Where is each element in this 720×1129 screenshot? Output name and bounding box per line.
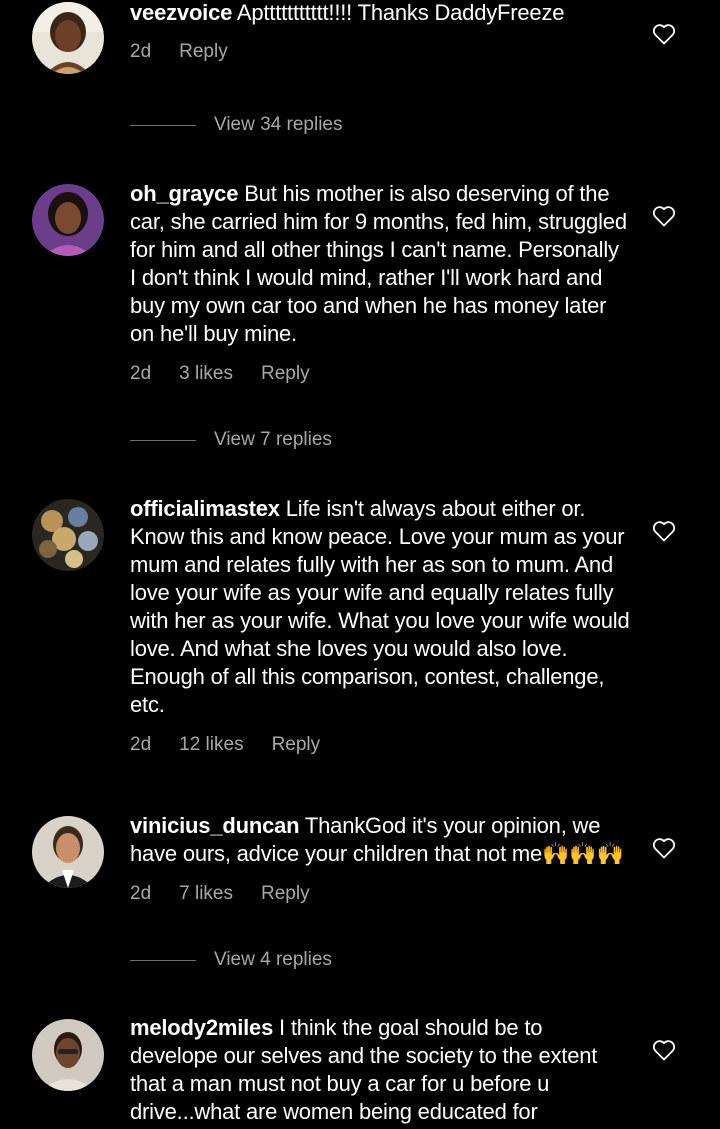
reply-button[interactable]: Reply xyxy=(261,363,310,385)
comment-meta: 2d Reply xyxy=(130,41,256,63)
comment-username[interactable]: veezvoice xyxy=(130,0,232,25)
comment-text: Apttttttttttt!!!! Thanks DaddyFreeze xyxy=(236,0,565,25)
comment-body: melody2miles I think the goal should be … xyxy=(130,1014,630,1126)
divider-line xyxy=(130,959,196,961)
view-replies-label: View 4 replies xyxy=(214,949,332,970)
divider-line xyxy=(130,124,196,126)
view-replies-button[interactable]: View 34 replies xyxy=(130,113,343,137)
like-heart-icon[interactable] xyxy=(652,520,676,544)
comment-body: officialimastex Life isn't always about … xyxy=(130,495,630,719)
like-heart-icon[interactable] xyxy=(652,23,676,47)
comment-username[interactable]: officialimastex xyxy=(130,496,280,521)
like-heart-icon[interactable] xyxy=(652,1039,676,1063)
avatar[interactable] xyxy=(32,499,104,571)
comment-likes[interactable]: 7 likes xyxy=(179,883,233,905)
like-heart-icon[interactable] xyxy=(652,837,676,861)
avatar[interactable] xyxy=(32,816,104,888)
comment-username[interactable]: melody2miles xyxy=(130,1015,273,1040)
reply-button[interactable]: Reply xyxy=(261,883,310,905)
divider-line xyxy=(130,439,196,441)
comment-time: 2d xyxy=(130,363,152,384)
reply-button[interactable]: Reply xyxy=(179,41,228,63)
avatar[interactable] xyxy=(32,2,104,74)
avatar[interactable] xyxy=(32,1019,104,1091)
comment-username[interactable]: oh_grayce xyxy=(130,181,238,206)
view-replies-label: View 7 replies xyxy=(214,429,332,450)
view-replies-label: View 34 replies xyxy=(214,114,343,135)
avatar[interactable] xyxy=(32,184,104,256)
comment-body: veezvoice Apttttttttttt!!!! Thanks Daddy… xyxy=(130,0,630,27)
reply-button[interactable]: Reply xyxy=(272,734,321,756)
comment-likes[interactable]: 3 likes xyxy=(179,363,233,385)
like-heart-icon[interactable] xyxy=(652,205,676,229)
comment-likes[interactable]: 12 likes xyxy=(179,734,243,756)
comment-time: 2d xyxy=(130,734,152,755)
view-replies-button[interactable]: View 7 replies xyxy=(130,428,332,452)
comment-meta: 2d 3 likes Reply xyxy=(130,363,338,385)
comment-body: oh_grayce But his mother is also deservi… xyxy=(130,180,630,348)
comment-meta: 2d 12 likes Reply xyxy=(130,734,348,756)
comment-text: Life isn't always about either or. Know … xyxy=(130,496,630,717)
comment-meta: 2d 7 likes Reply xyxy=(130,883,338,905)
comment-time: 2d xyxy=(130,41,152,62)
view-replies-button[interactable]: View 4 replies xyxy=(130,948,332,972)
comment-body: vinicius_duncan ThankGod it's your opini… xyxy=(130,812,630,868)
comment-time: 2d xyxy=(130,883,152,904)
comment-username[interactable]: vinicius_duncan xyxy=(130,813,300,838)
